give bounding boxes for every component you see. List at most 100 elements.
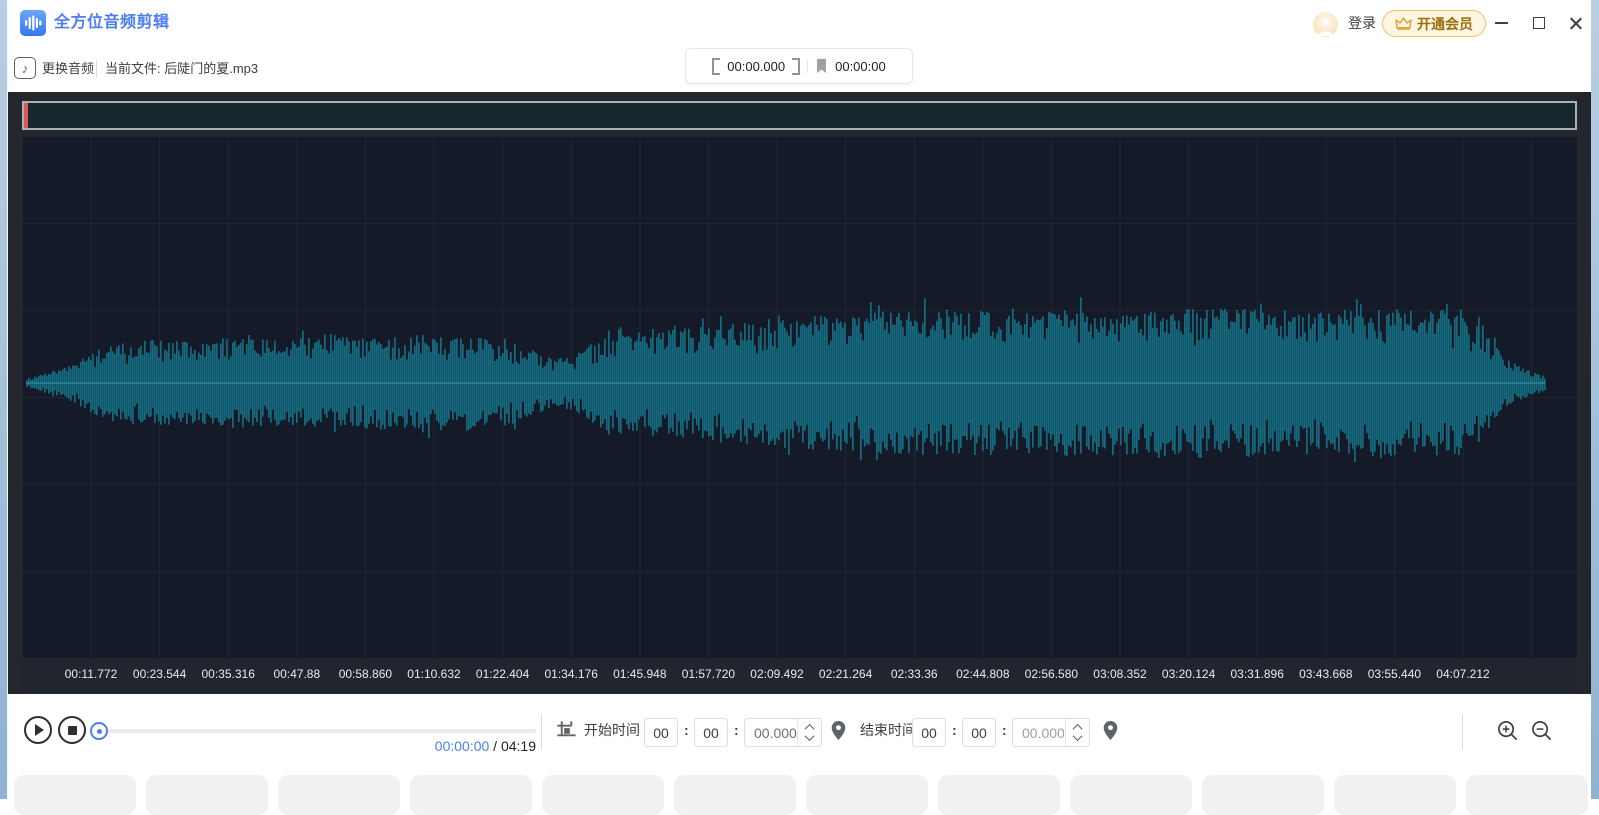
music-note-icon: ♪ [14,57,36,79]
end-seconds-input[interactable]: 00.000 [1012,718,1090,747]
equalizer-icon [24,15,42,31]
effect-card[interactable] [14,775,136,815]
divider [541,714,542,750]
axis-tick-label: 01:22.404 [476,667,529,681]
end-seconds-value: 00.000 [1022,725,1065,741]
axis-tick-label: 04:07.212 [1436,667,1489,681]
marker-time-value: 00:00:00 [835,59,886,74]
effect-card[interactable] [542,775,664,815]
maximize-button[interactable] [1526,11,1552,35]
title-bar: 全方位音频剪辑 登录 开通会员 [8,0,1591,46]
app-logo-icon [20,10,46,36]
axis-tick-label: 01:45.948 [613,667,666,681]
effect-card[interactable] [1070,775,1192,815]
chevron-down-icon[interactable] [1073,731,1083,741]
zoom-out-icon [1531,720,1552,741]
axis-tick-label: 00:23.544 [133,667,186,681]
effect-card[interactable] [146,775,268,815]
minimize-icon [1495,22,1508,24]
current-time: 00:00:00 [435,738,490,754]
minimap-selection-handle[interactable] [24,103,28,128]
end-hours-input[interactable]: 00 [912,718,946,747]
crown-icon [1395,16,1412,31]
play-icon [35,724,44,736]
effect-card[interactable] [674,775,796,815]
waveform-minimap[interactable] [22,101,1577,130]
start-seconds-value: 00.000 [754,725,797,741]
colon: : [952,694,957,770]
effect-card[interactable] [938,775,1060,815]
axis-tick-label: 02:09.492 [750,667,803,681]
axis-tick-label: 00:47.88 [273,667,320,681]
start-seconds-input[interactable]: 00.000 [744,718,822,747]
axis-tick-label: 03:20.124 [1162,667,1215,681]
axis-tick-label: 02:33.36 [891,667,938,681]
waveform-graphic [22,136,1577,658]
effect-card[interactable] [278,775,400,815]
divider [1462,714,1463,750]
user-avatar[interactable] [1313,12,1338,37]
end-minutes-input[interactable]: 00 [962,718,996,747]
toolbar: ♪ 更换音频 当前文件: 后陡门的夏.mp3 00:00.000 00:00:0… [8,46,1591,92]
stop-icon [68,726,77,735]
colon: : [684,694,689,770]
effects-card-row [8,770,1591,799]
waveform-plot[interactable] [22,136,1577,658]
axis-tick-label: 00:11.772 [65,667,118,681]
end-seconds-stepper[interactable] [1065,719,1089,746]
zoom-in-button[interactable] [1495,718,1519,742]
location-pin-icon [830,720,847,741]
change-audio-button[interactable]: 更换音频 [42,46,94,92]
colon: : [734,694,739,770]
stop-button[interactable] [58,716,86,744]
effect-card[interactable] [806,775,928,815]
play-button[interactable] [24,716,52,744]
total-time: 04:19 [501,738,536,754]
app-window: 全方位音频剪辑 登录 开通会员 ♪ 更换音频 当前文件: 后陡门的夏.mp3 0… [8,0,1591,799]
axis-tick-label: 03:08.352 [1093,667,1146,681]
end-time-label: 结束时间 [860,694,916,770]
effect-card[interactable] [1202,775,1324,815]
mark-end-button[interactable] [1098,718,1122,742]
axis-tick-label: 01:34.176 [544,667,597,681]
current-file-label: 当前文件: 后陡门的夏.mp3 [105,46,258,92]
selection-time-chip[interactable]: 00:00.000 00:00:00 [685,48,913,84]
mark-start-button[interactable] [826,718,850,742]
chevron-down-icon[interactable] [805,731,815,741]
player-time: 00:00:00 / 04:19 [308,738,536,754]
maximize-icon [1533,17,1545,29]
axis-tick-label: 02:21.264 [819,667,872,681]
start-seconds-stepper[interactable] [797,719,821,746]
axis-tick-label: 01:10.632 [407,667,460,681]
axis-tick-label: 03:31.896 [1230,667,1283,681]
close-button[interactable] [1562,11,1588,35]
divider [96,60,97,78]
zoom-out-button[interactable] [1529,718,1553,742]
location-pin-icon [1102,720,1119,741]
close-icon [1569,17,1582,30]
effect-card[interactable] [1334,775,1456,815]
slider-track[interactable] [90,729,536,733]
zoom-in-icon [1497,720,1518,741]
time-divider: / [489,738,501,754]
start-minutes-input[interactable]: 00 [694,718,728,747]
minimize-button[interactable] [1488,11,1514,35]
time-axis: 00:11.77200:23.54400:35.31600:47.8800:58… [22,658,1577,694]
left-bracket-icon [712,58,720,75]
axis-tick-label: 03:43.668 [1299,667,1352,681]
login-link[interactable]: 登录 [1348,0,1376,46]
axis-tick-label: 00:35.316 [201,667,254,681]
start-hours-input[interactable]: 00 [644,718,678,747]
select-range-button[interactable] [554,718,578,742]
effect-card[interactable] [1466,775,1588,815]
effect-card[interactable] [410,775,532,815]
start-time-label: 开始时间 [584,694,640,770]
slider-handle[interactable] [90,722,108,740]
axis-tick-label: 02:56.580 [1025,667,1078,681]
bookmark-icon [815,58,828,74]
person-icon [1313,12,1338,37]
vip-upgrade-button[interactable]: 开通会员 [1382,10,1486,37]
crop-icon [556,720,577,741]
playback-control-bar: 00:00:00 / 04:19 开始时间 00 : 00 : 00.000 结… [8,694,1591,770]
axis-tick-label: 02:44.808 [956,667,1009,681]
